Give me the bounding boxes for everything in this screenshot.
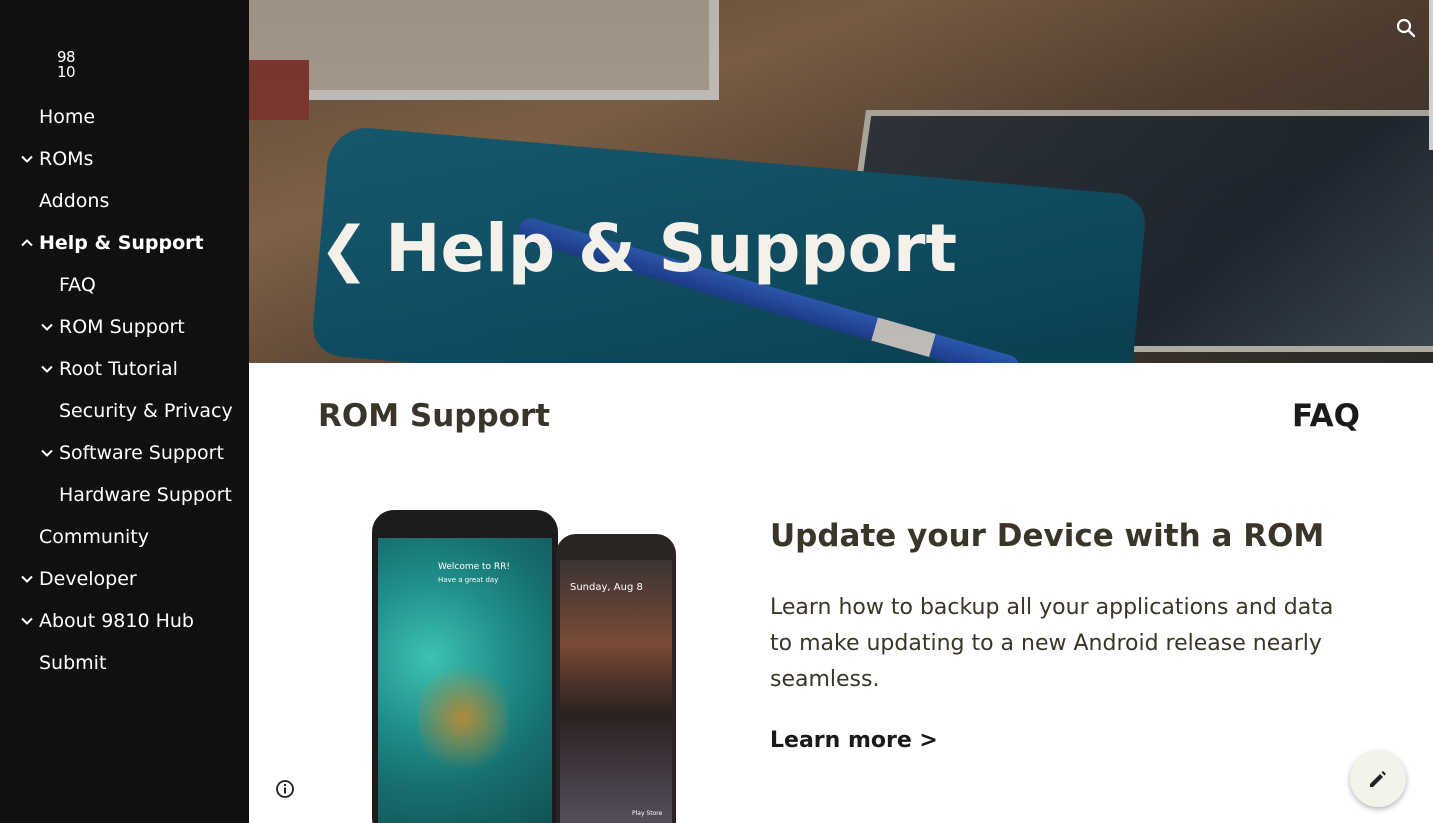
nav-label-security-privacy: Security & Privacy [59, 400, 233, 422]
chevron-down-icon[interactable] [39, 361, 55, 377]
nav-label-rom-support: ROM Support [59, 316, 185, 338]
nav-item-security-privacy[interactable]: Security & Privacy [0, 390, 249, 432]
phone-front-screen: Welcome to RR! Have a great day [378, 538, 552, 823]
nav-item-software-support[interactable]: Software Support [0, 432, 249, 474]
nav-item-hardware-support[interactable]: Hardware Support [0, 474, 249, 516]
phone-store-label: Play Store [632, 810, 663, 817]
nav-label-submit: Submit [39, 652, 107, 674]
sidebar: 98 10 Home ROMs Addons Help & Support FA… [0, 0, 249, 823]
card-description: Learn how to backup all your application… [770, 595, 1334, 692]
phone-date-text: Sunday, Aug 8 [570, 582, 643, 593]
chevron-down-icon[interactable] [19, 613, 35, 629]
chevron-down-icon[interactable] [39, 445, 55, 461]
page-title-text: Help & Support [385, 210, 958, 287]
nav-label-root-tutorial: Root Tutorial [59, 358, 178, 380]
chevron-up-icon[interactable] [19, 235, 35, 251]
nav-label-developer: Developer [39, 568, 137, 590]
nav-item-addons[interactable]: Addons [0, 180, 249, 222]
nav-item-rom-support[interactable]: ROM Support [0, 306, 249, 348]
rom-support-heading[interactable]: ROM Support [318, 398, 550, 434]
pencil-icon [1370, 771, 1386, 787]
nav-label-software-support: Software Support [59, 442, 224, 464]
learn-more-link[interactable]: Learn more > [770, 728, 938, 753]
phones-image: Welcome to RR! Have a great day Sunday, … [370, 508, 680, 823]
nav-item-roms[interactable]: ROMs [0, 138, 249, 180]
nav-label-community: Community [39, 526, 149, 548]
site-logo[interactable]: 98 10 [54, 50, 78, 80]
nav-label-hardware-support: Hardware Support [59, 484, 232, 506]
nav-item-faq[interactable]: FAQ [0, 264, 249, 306]
nav-label-faq: FAQ [59, 274, 96, 296]
chevron-down-icon[interactable] [19, 151, 35, 167]
card-title: Update your Device with a ROM [770, 518, 1325, 554]
nav-label-addons: Addons [39, 190, 110, 212]
info-icon[interactable] [275, 779, 295, 799]
faq-heading[interactable]: FAQ [1292, 398, 1360, 434]
nav-item-about[interactable]: About 9810 Hub [0, 600, 249, 642]
phone-welcome-text: Welcome to RR! [438, 562, 511, 572]
nav-item-help-support[interactable]: Help & Support [0, 222, 249, 264]
phone-front: Welcome to RR! Have a great day [372, 510, 558, 823]
hero-shade [249, 0, 1433, 363]
phone-back-screen: Sunday, Aug 8 Play Store [560, 560, 672, 823]
nav-item-root-tutorial[interactable]: Root Tutorial [0, 348, 249, 390]
nav-label-about: About 9810 Hub [39, 610, 194, 632]
nav-label-home: Home [39, 106, 96, 128]
chevron-down-icon[interactable] [19, 571, 35, 587]
page-title: ❮ Help & Support [319, 210, 957, 287]
hero-banner: ❮ Help & Support [249, 0, 1433, 363]
phone-greeting-text: Have a great day [438, 576, 499, 584]
search-icon[interactable] [1394, 16, 1418, 40]
scrollbar[interactable] [1429, 0, 1433, 150]
logo-line-2: 10 [56, 63, 76, 81]
chevron-down-icon[interactable] [39, 319, 55, 335]
back-chevron-icon[interactable]: ❮ [319, 214, 369, 284]
phone-back: Sunday, Aug 8 Play Store [556, 534, 676, 823]
nav-label-roms: ROMs [39, 148, 94, 170]
edit-button[interactable] [1350, 751, 1406, 807]
nav-label-help-support: Help & Support [39, 232, 204, 254]
nav-item-developer[interactable]: Developer [0, 558, 249, 600]
nav-item-submit[interactable]: Submit [0, 642, 249, 684]
nav-item-community[interactable]: Community [0, 516, 249, 558]
nav-item-home[interactable]: Home [0, 96, 249, 138]
